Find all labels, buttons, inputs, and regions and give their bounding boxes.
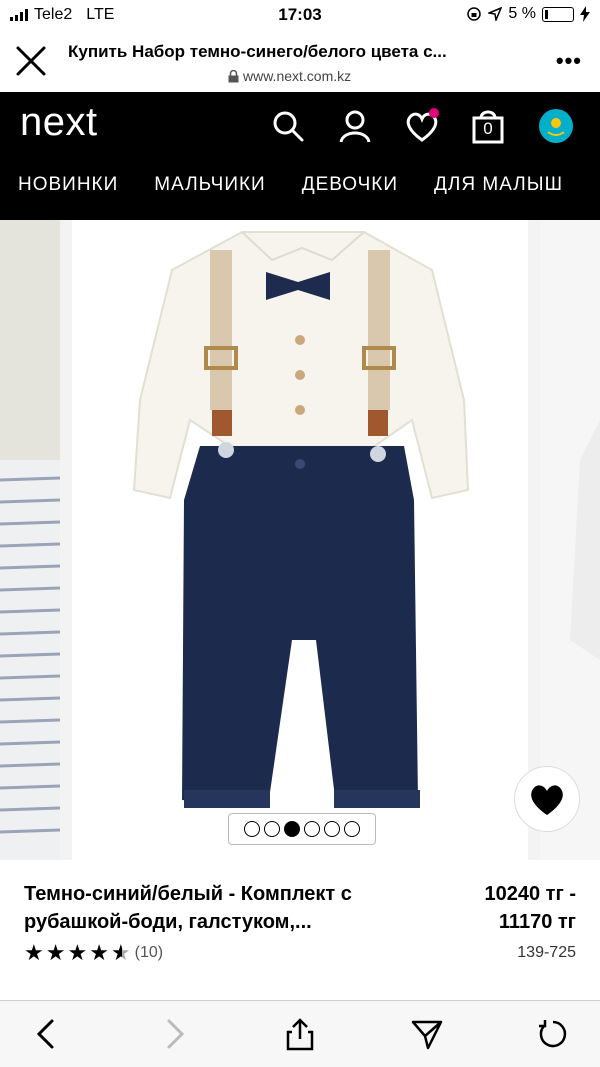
kazakhstan-flag-icon[interactable] — [538, 108, 574, 144]
add-to-favourites-button[interactable] — [514, 766, 580, 832]
star-icon: ★ — [24, 940, 44, 965]
favourites-icon[interactable] — [404, 108, 440, 144]
pager-dot[interactable] — [244, 821, 260, 837]
rating-stars[interactable]: ★ ★ ★ ★ ★ (10) — [24, 940, 163, 966]
nav-item-boys[interactable]: МАЛЬЧИКИ — [154, 174, 265, 196]
star-icon: ★ — [45, 940, 66, 965]
share-icon[interactable] — [283, 1017, 317, 1051]
category-nav: НОВИНКИ МАЛЬЧИКИ ДЕВОЧКИ ДЛЯ МАЛЫШ — [18, 174, 563, 196]
browser-bar: Купить Набор темно-синего/белого цвета с… — [0, 30, 600, 92]
lock-icon — [228, 69, 239, 82]
search-icon[interactable] — [270, 108, 306, 144]
product-code: 139-725 — [517, 944, 576, 961]
nav-item-baby[interactable]: ДЛЯ МАЛЫШ — [434, 174, 563, 196]
more-options-icon[interactable]: ••• — [556, 48, 582, 74]
product-gallery[interactable] — [0, 220, 600, 860]
price-to: 11170 тг — [498, 911, 576, 933]
nav-item-new[interactable]: НОВИНКИ — [18, 174, 118, 196]
bag-count: 0 — [483, 119, 493, 138]
send-icon[interactable] — [410, 1017, 444, 1051]
battery-icon — [542, 6, 574, 22]
gallery-pager — [228, 813, 376, 845]
pants-shape — [182, 446, 418, 806]
product-name[interactable]: Темно-синий/белый - Комплект с рубашкой-… — [24, 880, 424, 936]
rating-count: (10) — [134, 944, 164, 961]
pager-dot[interactable] — [344, 821, 360, 837]
location-icon — [488, 7, 503, 21]
product-info: Темно-синий/белый - Комплект с рубашкой-… — [0, 862, 600, 992]
previous-image[interactable] — [0, 220, 61, 860]
product-image[interactable] — [72, 220, 528, 860]
star-icon: ★ — [89, 940, 109, 965]
star-icon: ★ — [67, 940, 88, 965]
price-from: 10240 тг - — [484, 883, 576, 905]
forward-icon[interactable] — [157, 1017, 191, 1051]
back-icon[interactable] — [30, 1017, 64, 1051]
product-price: 10240 тг - 11170 тг — [484, 880, 576, 936]
page-title: Купить Набор темно-синего/белого цвета с… — [68, 42, 447, 61]
close-icon[interactable] — [14, 44, 48, 78]
next-image[interactable] — [540, 220, 600, 860]
url-domain[interactable]: www.next.com.kz — [243, 68, 351, 84]
charging-icon — [580, 6, 590, 22]
status-bar: Tele2 LTE 17:03 5 % — [0, 0, 600, 30]
pager-dot[interactable] — [304, 821, 320, 837]
half-star-icon: ★ — [110, 940, 131, 965]
nav-item-girls[interactable]: ДЕВОЧКИ — [302, 174, 398, 196]
reload-icon[interactable] — [536, 1017, 570, 1051]
heart-icon — [531, 785, 563, 815]
pager-dot[interactable] — [324, 821, 340, 837]
browser-toolbar — [0, 1000, 600, 1067]
site-header: next 0 НОВИНКИ МАЛЬЧИКИ ДЕВОЧКИ ДЛЯ МАЛЫ… — [0, 92, 600, 220]
pager-dot[interactable] — [264, 821, 280, 837]
account-icon[interactable] — [337, 108, 373, 144]
pager-dot-active[interactable] — [284, 821, 300, 837]
orientation-lock-icon — [467, 7, 482, 21]
next-logo[interactable]: next — [20, 100, 98, 145]
battery-percent: 5 % — [508, 5, 536, 22]
